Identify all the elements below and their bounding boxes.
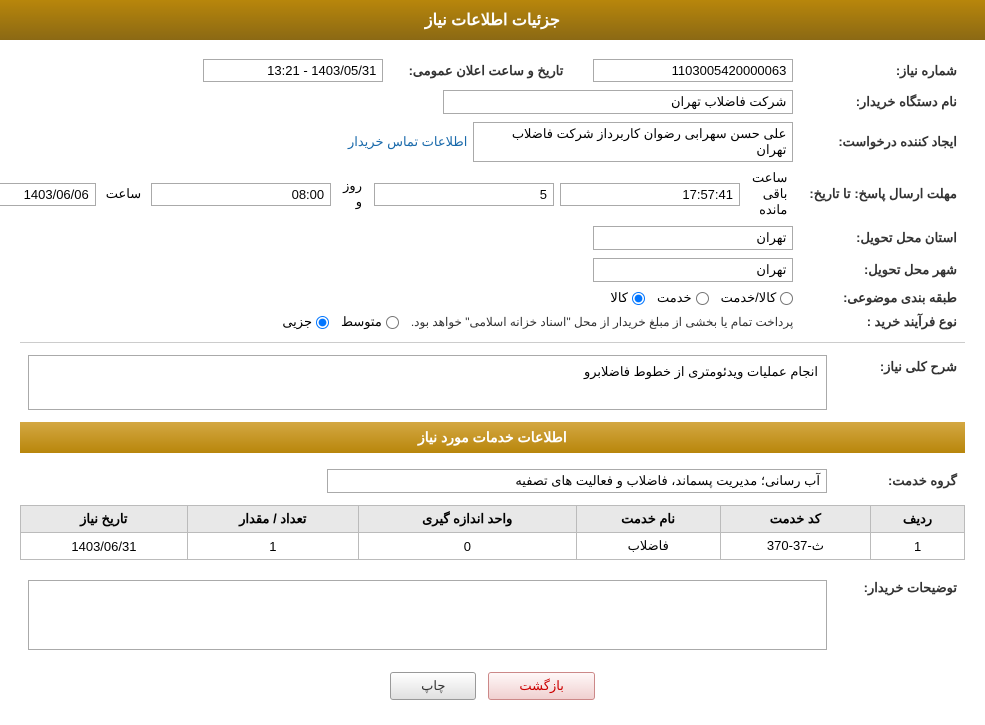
tarikh-aalan-label: تاریخ و ساعت اعلان عمومی:: [391, 55, 571, 86]
col-tedad: تعداد / مقدار: [187, 506, 358, 533]
col-radif: ردیف: [871, 506, 965, 533]
name-dastgah-label: نام دستگاه خریدار:: [801, 86, 965, 118]
cell-name: فاضلاب: [576, 533, 720, 560]
tarikh-aalan-value: 1403/05/31 - 13:21: [203, 59, 383, 82]
col-tarikh: تاریخ نیاز: [21, 506, 188, 533]
tabaqeh-kala-radio[interactable]: [632, 292, 645, 305]
ijad-label: ایجاد کننده درخواست:: [801, 118, 965, 166]
divider-1: [20, 342, 965, 343]
page-header: جزئیات اطلاعات نیاز: [0, 0, 985, 40]
cell-kod: ث-37-370: [720, 533, 871, 560]
ijad-value: علی حسن سهرابی رضوان کاربرداز شرکت فاضلا…: [473, 122, 793, 162]
col-vahed: واحد اندازه گیری: [358, 506, 576, 533]
nooe-note: پرداخت تمام یا بخشی از مبلغ خریدار از مح…: [411, 315, 794, 329]
cell-radif: 1: [871, 533, 965, 560]
nooe-farayand-label: نوع فرآیند خرید :: [801, 310, 965, 334]
mohlat-date: 1403/06/06: [0, 183, 96, 206]
page-title: جزئیات اطلاعات نیاز: [425, 12, 560, 29]
tamas-link[interactable]: اطلاعات تماس خریدار: [348, 134, 467, 150]
col-kod: کد خدمت: [720, 506, 871, 533]
tabaqeh-kala-khedmat-label: کالا/خدمت: [721, 290, 777, 306]
tabaqeh-khedmat-item: خدمت: [657, 290, 709, 306]
mohlat-saat-label: ساعت: [106, 186, 141, 202]
mohlat-saat: 08:00: [151, 183, 331, 206]
tosih-box: [28, 580, 827, 650]
button-area: بازگشت چاپ: [20, 672, 965, 700]
name-dastgah-value: شرکت فاضلاب تهران: [443, 90, 793, 114]
back-button[interactable]: بازگشت: [488, 672, 594, 700]
mohlat-roz: 5: [374, 183, 554, 206]
print-button[interactable]: چاپ: [390, 672, 476, 700]
services-section-title: اطلاعات خدمات مورد نیاز: [20, 422, 965, 453]
cell-vahed: 0: [358, 533, 576, 560]
col-name: نام خدمت: [576, 506, 720, 533]
sharh-value: انجام عملیات ویدئومتری از خطوط فاضلابرو: [584, 364, 818, 379]
grohe-khedmat-value: آب رسانی؛ مدیریت پسماند، فاضلاب و فعالیت…: [327, 469, 827, 493]
nooe-motovasset-item: متوسط: [341, 314, 399, 330]
sharh-box: انجام عملیات ویدئومتری از خطوط فاضلابرو: [28, 355, 827, 410]
ostan-value: تهران: [593, 226, 793, 250]
mohlat-mande-label: ساعت باقی مانده: [752, 170, 787, 218]
tabaqeh-kala-item: کالا: [610, 290, 645, 306]
tabaqeh-kala-khedmat-item: کالا/خدمت: [721, 290, 794, 306]
mohlat-mande-time: 17:57:41: [560, 183, 740, 206]
tosih-label: توضیحات خریدار:: [835, 572, 965, 654]
tabaqeh-khedmat-radio[interactable]: [696, 292, 709, 305]
ostan-label: استان محل تحویل:: [801, 222, 965, 254]
cell-tarikh: 1403/06/31: [21, 533, 188, 560]
shahr-label: شهر محل تحویل:: [801, 254, 965, 286]
table-row: 1 ث-37-370 فاضلاب 0 1 1403/06/31: [21, 533, 965, 560]
grohe-khedmat-label: گروه خدمت:: [835, 465, 965, 497]
mohlat-roz-label: روز و: [343, 178, 362, 210]
mohlat-label: مهلت ارسال پاسخ: تا تاریخ:: [801, 166, 965, 222]
tabaqeh-kala-label: کالا: [610, 290, 628, 306]
nooe-motovasset-radio[interactable]: [386, 316, 399, 329]
services-table: ردیف کد خدمت نام خدمت واحد اندازه گیری ت…: [20, 505, 965, 560]
tabaqeh-kala-khedmat-radio[interactable]: [780, 292, 793, 305]
tabaqeh-khedmat-label: خدمت: [657, 290, 692, 306]
services-section: گروه خدمت: آب رسانی؛ مدیریت پسماند، فاضل…: [20, 465, 965, 560]
shomare-niaz-label: شماره نیاز:: [801, 55, 965, 86]
cell-tedad: 1: [187, 533, 358, 560]
nooe-motovasset-label: متوسط: [341, 314, 382, 330]
shomare-niaz-value: 1103005420000063: [593, 59, 793, 82]
nooe-jozii-radio[interactable]: [316, 316, 329, 329]
tabaqeh-label: طبقه بندی موضوعی:: [801, 286, 965, 310]
nooe-jozii-label: جزیی: [282, 314, 312, 330]
shahr-value: تهران: [593, 258, 793, 282]
nooe-jozii-item: جزیی: [282, 314, 329, 330]
sharh-label: شرح کلی نیاز:: [835, 351, 965, 414]
